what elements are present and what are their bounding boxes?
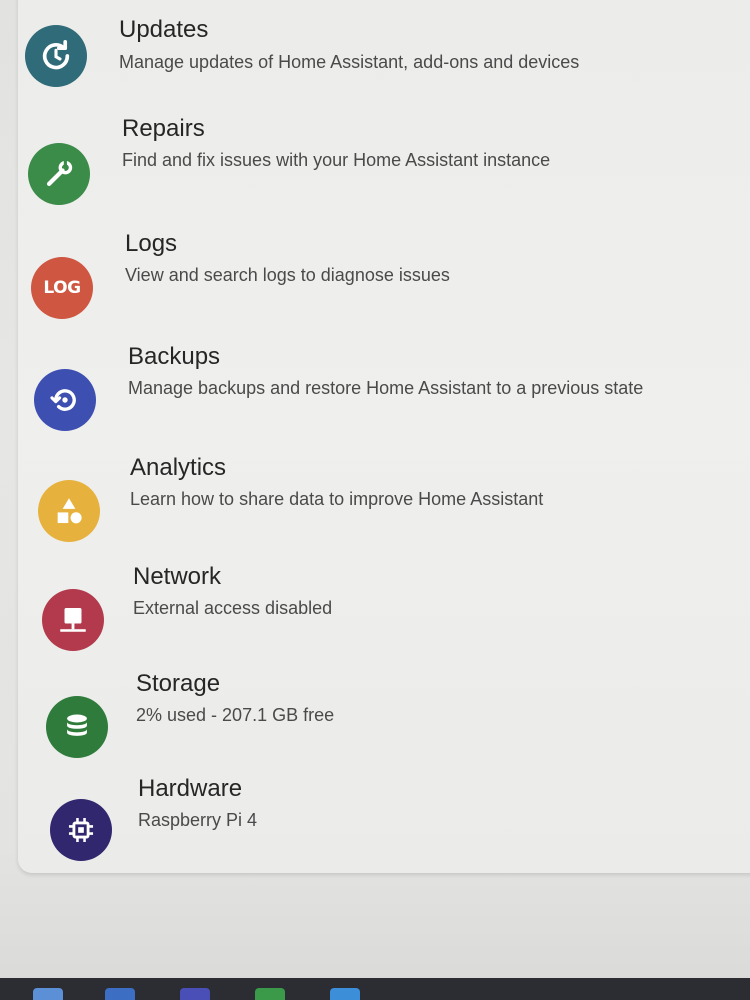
network-icon-glyph [60, 607, 86, 632]
menu-item-title: Logs [125, 230, 178, 257]
menu-item-subtitle: Find and fix issues with your Home Assis… [122, 150, 551, 170]
menu-item-title: Analytics [130, 454, 227, 481]
menu-item-title: Storage [136, 670, 221, 697]
menu-item-subtitle: 2% used - 207.1 GB free [136, 705, 335, 725]
taskbar-app-icon[interactable] [105, 988, 135, 1000]
update-icon-glyph [42, 39, 70, 70]
menu-item-network[interactable]: Network External access disabled [18, 563, 750, 663]
system-settings-card: Updates Manage updates of Home Assistant… [18, 0, 750, 873]
log-icon: LOG [31, 257, 93, 319]
taskbar-app-icon[interactable] [33, 988, 63, 1000]
menu-item-backups[interactable]: Backups Manage backups and restore Home … [18, 343, 750, 443]
menu-item-title: Network [133, 563, 222, 590]
database-icon-glyph [67, 714, 87, 736]
menu-item-title: Repairs [122, 115, 205, 142]
menu-item-subtitle: Manage updates of Home Assistant, add-on… [119, 52, 580, 72]
menu-item-updates[interactable]: Updates Manage updates of Home Assistant… [18, 0, 750, 100]
menu-item-subtitle: Manage backups and restore Home Assistan… [128, 378, 644, 398]
network-icon [42, 589, 104, 651]
menu-item-logs[interactable]: LOG Logs View and search logs to diagnos… [18, 230, 750, 330]
log-icon-text: LOG [43, 278, 81, 298]
os-taskbar [0, 978, 750, 1000]
shapes-icon [38, 480, 100, 542]
database-icon [46, 696, 108, 758]
taskbar-app-icon[interactable] [330, 988, 360, 1000]
menu-item-repairs[interactable]: Repairs Find and fix issues with your Ho… [18, 115, 750, 215]
wrench-icon-glyph [46, 160, 73, 187]
screen: Updates Manage updates of Home Assistant… [0, 0, 750, 1000]
taskbar-app-icon[interactable] [255, 988, 285, 1000]
menu-item-title: Hardware [138, 775, 243, 802]
menu-item-analytics[interactable]: Analytics Learn how to share data to imp… [18, 454, 750, 554]
menu-item-subtitle: Raspberry Pi 4 [138, 810, 258, 830]
backup-restore-icon [34, 369, 96, 431]
menu-item-title: Backups [128, 343, 221, 370]
chip-icon-glyph [68, 817, 94, 843]
update-icon [25, 25, 87, 87]
wrench-icon [28, 143, 90, 205]
menu-item-subtitle: Learn how to share data to improve Home … [130, 489, 544, 509]
taskbar-app-icon[interactable] [180, 988, 210, 1000]
shapes-icon-glyph [57, 498, 82, 524]
menu-item-subtitle: View and search logs to diagnose issues [125, 265, 450, 285]
backup-restore-icon-glyph [50, 389, 76, 411]
menu-item-title: Updates [119, 16, 209, 43]
menu-item-storage[interactable]: Storage 2% used - 207.1 GB free [18, 670, 750, 770]
menu-item-hardware[interactable]: Hardware Raspberry Pi 4 [18, 775, 750, 875]
menu-item-subtitle: External access disabled [133, 598, 333, 618]
chip-icon [50, 799, 112, 861]
